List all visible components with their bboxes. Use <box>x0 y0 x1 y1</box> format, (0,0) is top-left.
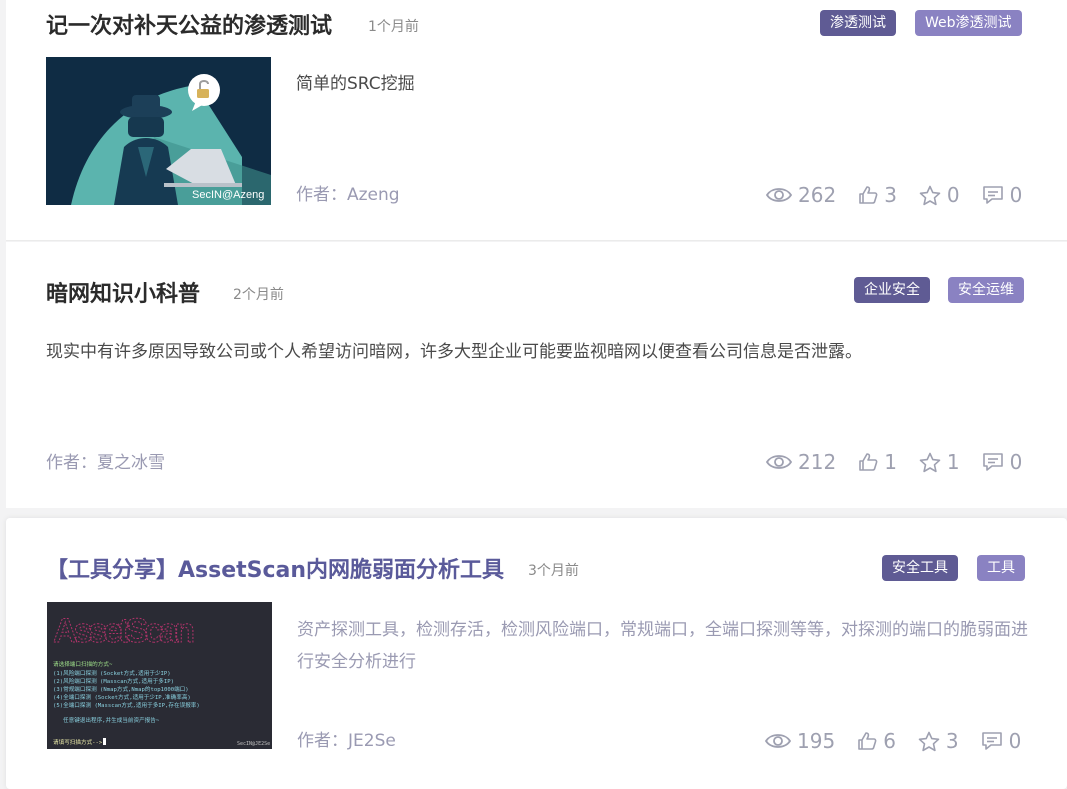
like-button[interactable]: 1 <box>858 450 919 474</box>
views-count: 262 <box>798 183 837 207</box>
post-stats: 262 3 0 0 <box>766 183 1022 207</box>
terminal-line: (3)常规端口探测 (Nmap方式,Nmap的top1000端口) <box>53 685 189 693</box>
terminal-prompt: 请填写扫描方式--> <box>53 738 103 746</box>
post-author[interactable]: 作者：JE2Se <box>297 726 396 751</box>
post-card: 记一次对补天公益的渗透测试 1个月前 渗透测试 Web渗透测试 SecIN@Az… <box>6 0 1067 241</box>
post-description: 资产探测工具，检测存活，检测风险端口，常规端口，全端口探测等等，对探测的端口的脆… <box>297 620 1028 672</box>
post-title[interactable]: 记一次对补天公益的渗透测试 <box>46 8 332 40</box>
likes-count: 6 <box>883 729 896 753</box>
views-stat: 195 <box>765 729 857 753</box>
comment-icon <box>981 732 1002 750</box>
tag-pentest[interactable]: 渗透测试 <box>820 10 896 36</box>
favorite-button[interactable]: 3 <box>918 729 981 753</box>
tag-web-pentest[interactable]: Web渗透测试 <box>915 10 1022 36</box>
star-icon <box>918 731 940 751</box>
hacker-illustration: SecIN@Azeng <box>46 57 271 205</box>
post-author[interactable]: 作者：Azeng <box>296 180 400 205</box>
favorites-count: 3 <box>945 729 959 753</box>
thumbnail-watermark: SecIN@JE2Se <box>237 741 270 747</box>
comment-icon <box>982 186 1003 204</box>
thumbs-up-icon <box>858 732 877 750</box>
favorite-button[interactable]: 1 <box>919 450 982 474</box>
favorite-button[interactable]: 0 <box>919 183 982 207</box>
tag-tools[interactable]: 工具 <box>977 555 1025 581</box>
comments-count: 0 <box>1008 729 1022 753</box>
eye-icon <box>766 455 792 469</box>
post-author[interactable]: 作者：夏之冰雪 <box>46 448 165 473</box>
eye-icon <box>766 188 792 202</box>
thumbnail-watermark: SecIN@Azeng <box>192 189 264 201</box>
tag-security-ops[interactable]: 安全运维 <box>948 277 1024 303</box>
favorites-count: 1 <box>946 450 960 474</box>
terminal-line: (1)风险端口探测 (Socket方式,适用于少IP) <box>53 669 171 677</box>
post-card: 【工具分享】AssetScan内网脆弱面分析工具 3个月前 安全工具 工具 As… <box>6 518 1067 789</box>
terminal-hint: 任意键退出程序,并生成当前资产报告~ <box>63 716 160 724</box>
post-time: 3个月前 <box>528 563 579 579</box>
post-title[interactable]: 暗网知识小科普 <box>46 276 200 308</box>
tag-enterprise-security[interactable]: 企业安全 <box>854 277 930 303</box>
star-icon <box>919 185 941 205</box>
comment-button[interactable]: 0 <box>982 450 1023 474</box>
post-time: 1个月前 <box>368 19 419 35</box>
comment-button[interactable]: 0 <box>982 183 1023 207</box>
views-stat: 262 <box>766 183 858 207</box>
terminal-line: (2)风险端口探测 (Masscan方式,适用于多IP) <box>53 677 174 685</box>
post-stats: 195 6 3 0 <box>765 729 1021 753</box>
post-title[interactable]: 【工具分享】AssetScan内网脆弱面分析工具 <box>46 552 504 584</box>
comment-icon <box>982 453 1003 471</box>
terminal-screenshot: AssetScan 请选择端口扫描的方式~ (1)风险端口探测 (Socket方… <box>47 602 272 749</box>
tag-security-tools[interactable]: 安全工具 <box>882 555 958 581</box>
like-button[interactable]: 6 <box>857 729 918 753</box>
terminal-line: (4)全端口探测 (Socket方式,适用于少IP,准确率高) <box>53 693 191 701</box>
favorites-count: 0 <box>946 183 960 207</box>
star-icon <box>919 452 941 472</box>
terminal-line: (5)全端口探测 (Masscan方式,适用于多IP,存在误报率) <box>53 701 200 709</box>
views-stat: 212 <box>766 450 858 474</box>
thumbs-up-icon <box>859 453 878 471</box>
like-button[interactable]: 3 <box>858 183 919 207</box>
post-description: 简单的SRC挖掘 <box>296 74 415 94</box>
likes-count: 1 <box>884 450 897 474</box>
post-thumbnail[interactable]: AssetScan 请选择端口扫描的方式~ (1)风险端口探测 (Socket方… <box>47 602 272 749</box>
comments-count: 0 <box>1009 183 1023 207</box>
eye-icon <box>765 734 791 748</box>
post-time: 2个月前 <box>233 287 284 303</box>
views-count: 212 <box>798 450 837 474</box>
terminal-menu-title: 请选择端口扫描的方式~ <box>53 660 113 668</box>
post-stats: 212 1 1 0 <box>766 450 1022 474</box>
views-count: 195 <box>797 729 836 753</box>
thumbs-up-icon <box>859 186 878 204</box>
likes-count: 3 <box>884 183 897 207</box>
assetscan-logo: AssetScan <box>53 612 195 650</box>
comment-button[interactable]: 0 <box>981 729 1022 753</box>
post-thumbnail[interactable]: SecIN@Azeng <box>46 57 271 205</box>
post-card: 暗网知识小科普 2个月前 企业安全 安全运维 现实中有许多原因导致公司或个人希望… <box>6 242 1067 508</box>
post-description: 现实中有许多原因导致公司或个人希望访问暗网，许多大型企业可能要监视暗网以便查看公… <box>46 342 862 362</box>
comments-count: 0 <box>1009 450 1023 474</box>
